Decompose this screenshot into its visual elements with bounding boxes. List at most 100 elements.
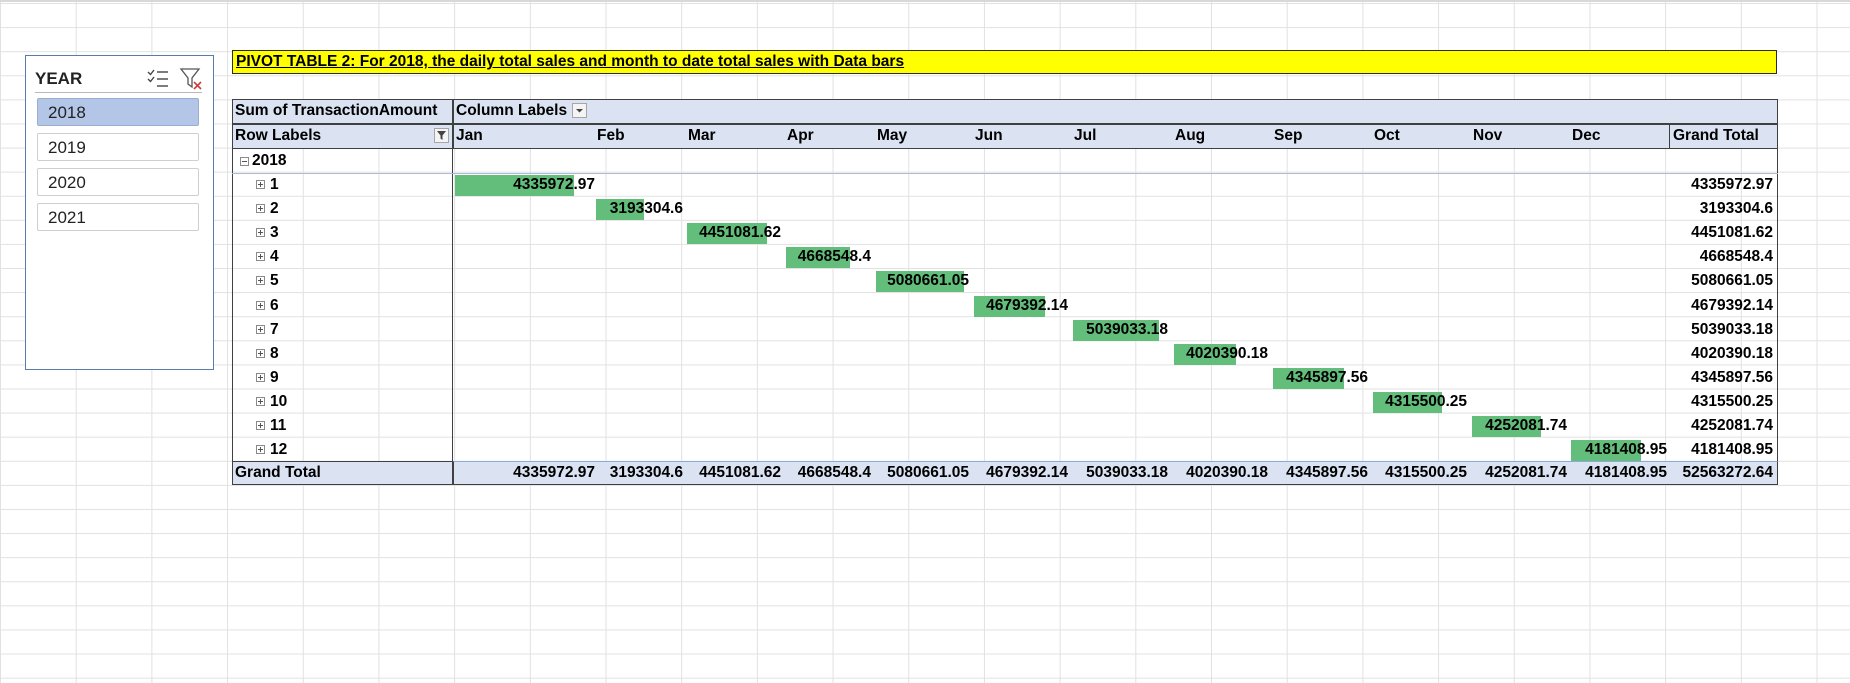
year-row-label: 2018 — [252, 152, 287, 169]
slicer-item-2020[interactable]: 2020 — [37, 168, 199, 196]
month-value-cell[interactable]: 4679392.14 — [972, 294, 1068, 318]
month-header-sep[interactable]: Sep — [1274, 124, 1302, 148]
expand-month-button[interactable] — [256, 348, 265, 358]
expand-month-button[interactable] — [256, 324, 265, 334]
column-total: 4020390.18 — [1186, 464, 1268, 481]
row-labels-filter-button[interactable] — [434, 128, 449, 143]
month-header-nov[interactable]: Nov — [1473, 124, 1502, 148]
column-total: 4335972.97 — [513, 464, 595, 481]
month-header-aug[interactable]: Aug — [1175, 124, 1205, 148]
column-total: 4668548.4 — [797, 464, 871, 481]
grid-top-border — [0, 0, 1850, 2]
row-grand-total[interactable]: 4345897.56 — [1669, 366, 1773, 390]
overall-total: 52563272.64 — [1682, 464, 1773, 481]
clear-filter-icon[interactable] — [179, 67, 203, 96]
slicer-header: YEAR — [35, 64, 202, 93]
expand-month-button[interactable] — [256, 204, 265, 214]
month-header-dec[interactable]: Dec — [1572, 124, 1600, 148]
row-grand-total[interactable]: 4451081.62 — [1669, 221, 1773, 245]
month-header-oct[interactable]: Oct — [1374, 124, 1400, 148]
grand-total-row-label: Grand Total — [235, 464, 321, 481]
month-row-label: 3 — [270, 224, 279, 242]
month-row-label: 7 — [270, 320, 279, 338]
values-header: Sum of TransactionAmount — [235, 102, 438, 119]
expand-month-button[interactable] — [256, 396, 265, 406]
row-grand-total[interactable]: 5080661.05 — [1669, 269, 1773, 293]
values-frame — [453, 149, 1778, 462]
month-row-label: 9 — [270, 368, 279, 386]
row-labels-frame — [232, 149, 453, 462]
month-header-apr[interactable]: Apr — [787, 124, 814, 148]
month-value-cell[interactable]: 3193304.6 — [594, 197, 683, 221]
grand-total-column-header[interactable]: Grand Total — [1673, 124, 1759, 148]
month-value-cell[interactable]: 4668548.4 — [784, 245, 871, 269]
column-total: 5080661.05 — [887, 464, 969, 481]
column-total: 5039033.18 — [1086, 464, 1168, 481]
month-row-label: 12 — [270, 441, 288, 459]
month-header-jul[interactable]: Jul — [1074, 124, 1096, 148]
expand-month-button[interactable] — [256, 228, 265, 238]
month-header-jun[interactable]: Jun — [975, 124, 1003, 148]
month-value-cell[interactable]: 4335972.97 — [453, 173, 595, 197]
month-header-jan[interactable]: Jan — [456, 124, 483, 148]
row-grand-total[interactable]: 4315500.25 — [1669, 390, 1773, 414]
month-value-cell[interactable]: 4315500.25 — [1371, 390, 1467, 414]
month-value-cell[interactable]: 5039033.18 — [1071, 318, 1168, 342]
month-row-label: 8 — [270, 344, 279, 362]
month-value-cell[interactable]: 4451081.62 — [685, 221, 781, 245]
column-total: 4252081.74 — [1485, 464, 1567, 481]
expand-month-button[interactable] — [256, 300, 265, 310]
row-grand-total[interactable]: 4181408.95 — [1669, 438, 1773, 462]
expand-month-button[interactable] — [256, 276, 265, 286]
collapse-year-button[interactable] — [240, 157, 249, 166]
row-grand-total[interactable]: 4335972.97 — [1669, 173, 1773, 197]
column-total: 4315500.25 — [1385, 464, 1467, 481]
month-row-label: 5 — [270, 272, 279, 290]
expand-month-button[interactable] — [256, 372, 265, 382]
chevron-down-icon — [576, 109, 583, 113]
month-value-cell[interactable]: 4252081.74 — [1470, 414, 1567, 438]
month-value-cell[interactable]: 4345897.56 — [1271, 366, 1368, 390]
month-header-may[interactable]: May — [877, 124, 907, 148]
month-value-cell[interactable]: 5080661.05 — [874, 269, 969, 293]
month-row-label: 6 — [270, 296, 279, 314]
row-grand-total[interactable]: 4679392.14 — [1669, 294, 1773, 318]
column-total: 4181408.95 — [1585, 464, 1667, 481]
month-value-cell[interactable]: 4181408.95 — [1569, 438, 1667, 462]
column-total: 4451081.62 — [699, 464, 781, 481]
expand-month-button[interactable] — [256, 421, 265, 430]
expand-month-button[interactable] — [256, 445, 265, 455]
slicer-title: YEAR — [35, 69, 83, 88]
filter-icon — [437, 131, 446, 140]
row-grand-total[interactable]: 4020390.18 — [1669, 342, 1773, 366]
month-header-feb[interactable]: Feb — [597, 124, 625, 148]
row-grand-total[interactable]: 3193304.6 — [1669, 197, 1773, 221]
row-grand-total[interactable]: 5039033.18 — [1669, 318, 1773, 342]
slicer-item-2018[interactable]: 2018 — [37, 98, 199, 126]
spreadsheet-grid[interactable]: YEAR 2018 2019 2020 2021 PIVOT TABLE 2: … — [0, 0, 1850, 683]
month-row-label: 2 — [270, 200, 279, 218]
column-labels-band — [453, 99, 1778, 124]
expand-month-button[interactable] — [256, 252, 265, 262]
month-header-mar[interactable]: Mar — [688, 124, 716, 148]
slicer-item-2021[interactable]: 2021 — [37, 203, 199, 231]
column-labels-header[interactable]: Column Labels — [456, 99, 567, 123]
month-value-cell[interactable]: 4020390.18 — [1172, 342, 1268, 366]
month-row-label: 4 — [270, 248, 279, 266]
month-row-label: 1 — [270, 176, 279, 193]
row-grand-total[interactable]: 4668548.4 — [1669, 245, 1773, 269]
multi-select-icon[interactable] — [146, 68, 170, 95]
grand-total-divider — [1669, 124, 1670, 149]
month-row-label: 11 — [270, 417, 287, 434]
column-labels-dropdown-button[interactable] — [572, 103, 587, 118]
row-grand-total[interactable]: 4252081.74 — [1669, 414, 1773, 438]
row-labels-header: Row Labels — [235, 127, 322, 144]
column-total: 4679392.14 — [986, 464, 1068, 481]
pivot-table[interactable]: Sum of TransactionAmount Column Labels R… — [232, 99, 1778, 485]
column-total: 3193304.6 — [609, 464, 683, 481]
pivot-title-banner: PIVOT TABLE 2: For 2018, the daily total… — [232, 50, 1777, 74]
slicer-item-2019[interactable]: 2019 — [37, 133, 199, 161]
column-total: 4345897.56 — [1286, 464, 1368, 481]
year-slicer[interactable]: YEAR 2018 2019 2020 2021 — [25, 55, 214, 370]
expand-month-button[interactable] — [256, 180, 265, 189]
